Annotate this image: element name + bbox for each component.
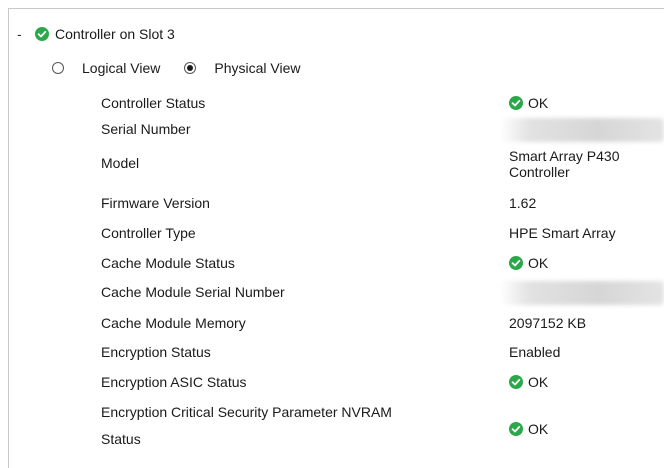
firmware-version-value: 1.62 <box>509 195 537 211</box>
encryption-csp-nvram-status-label-line2: Status <box>101 431 141 447</box>
model-value-line1: Smart Array P430 <box>509 148 620 164</box>
controller-status-label: Controller Status <box>101 95 206 111</box>
encryption-status-label: Encryption Status <box>101 344 211 360</box>
encryption-asic-status-label: Encryption ASIC Status <box>101 374 247 390</box>
controller-type-value: HPE Smart Array <box>509 225 616 241</box>
encryption-csp-nvram-status-label: Encryption Critical Security Parameter N… <box>101 400 392 454</box>
controller-status-value: OK <box>509 95 548 111</box>
view-toggle: Logical View Physical View <box>52 58 324 78</box>
controller-status-text: OK <box>528 95 549 111</box>
cache-module-status-value: OK <box>509 255 548 271</box>
model-value: Smart Array P430 Controller <box>509 148 620 180</box>
check-circle-icon <box>35 27 49 41</box>
cache-module-serial-redacted <box>500 281 664 305</box>
encryption-csp-nvram-status-value: OK <box>509 421 548 437</box>
firmware-version-label: Firmware Version <box>101 195 210 211</box>
logical-view-label[interactable]: Logical View <box>82 60 160 76</box>
cache-module-memory-value: 2097152 KB <box>509 315 587 331</box>
check-circle-icon <box>509 375 523 389</box>
controller-type-label: Controller Type <box>101 225 196 241</box>
cache-module-memory-label: Cache Module Memory <box>101 315 246 331</box>
physical-view-radio[interactable] <box>184 62 197 74</box>
cache-module-status-label: Cache Module Status <box>101 255 235 271</box>
encryption-status-value: Enabled <box>509 344 561 360</box>
cache-module-status-text: OK <box>528 255 549 271</box>
model-label: Model <box>101 155 140 171</box>
check-circle-icon <box>509 422 523 436</box>
check-circle-icon <box>509 256 523 270</box>
controller-title: Controller on Slot 3 <box>55 26 175 42</box>
serial-number-label: Serial Number <box>101 121 191 137</box>
serial-number-redacted <box>500 118 664 142</box>
encryption-csp-nvram-status-label-line1: Encryption Critical Security Parameter N… <box>101 404 392 420</box>
logical-view-radio[interactable] <box>52 62 64 74</box>
encryption-asic-status-value: OK <box>509 374 548 390</box>
controller-header: - Controller on Slot 3 <box>17 24 175 44</box>
encryption-asic-status-text: OK <box>528 374 549 390</box>
check-circle-icon <box>509 96 523 110</box>
model-value-line2: Controller <box>509 164 570 180</box>
encryption-csp-nvram-status-text: OK <box>528 421 549 437</box>
physical-view-label[interactable]: Physical View <box>214 60 300 76</box>
collapse-toggle[interactable]: - <box>17 26 29 42</box>
cache-module-serial-label: Cache Module Serial Number <box>101 284 285 300</box>
